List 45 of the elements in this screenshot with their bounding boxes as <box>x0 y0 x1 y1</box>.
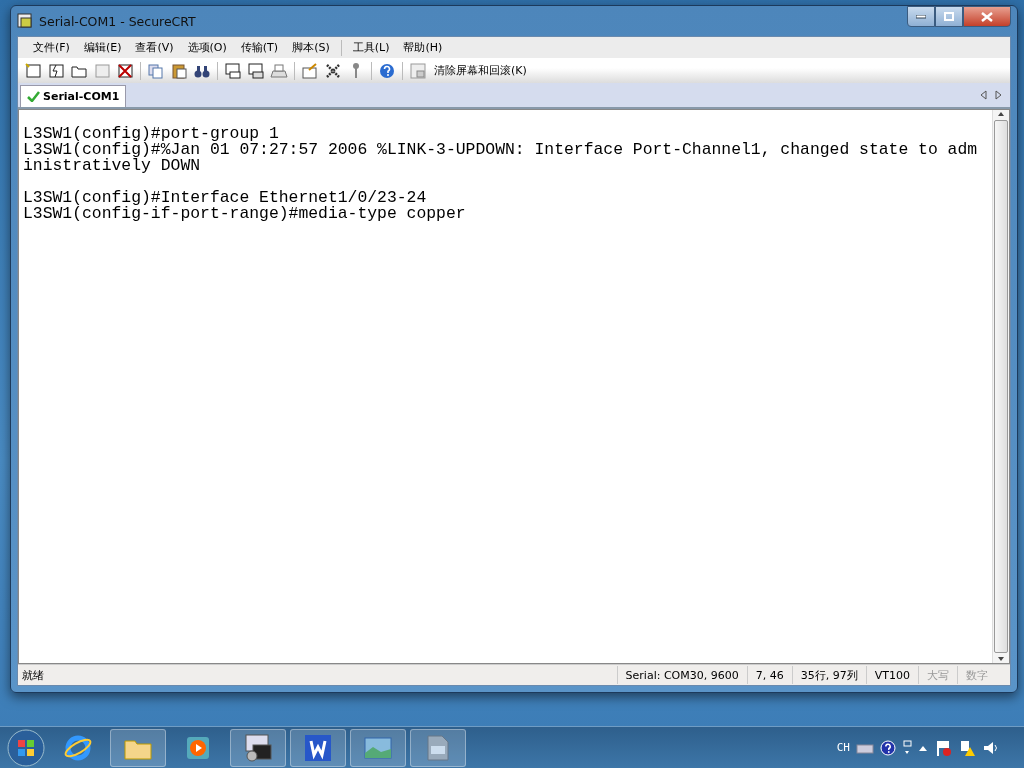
close-icon <box>981 11 993 22</box>
clear-screen-button[interactable]: 清除屏幕和回滚(K) <box>430 59 531 82</box>
status-message: 就绪 <box>21 667 45 683</box>
maximize-icon <box>944 12 954 21</box>
start-button[interactable] <box>6 727 46 768</box>
speaker-icon[interactable] <box>982 739 1000 756</box>
maximize-button[interactable] <box>935 6 963 27</box>
terminal-line: L3SW1(config)#Interface Ethernet1/0/23-24 <box>23 190 427 206</box>
network-warning-icon[interactable] <box>958 738 976 757</box>
taskbar-image-icon[interactable] <box>350 728 406 767</box>
terminal-line: inistratively DOWN <box>23 158 201 174</box>
flag-icon[interactable] <box>934 738 952 757</box>
taskbar-document-icon[interactable] <box>290 728 346 767</box>
taskbar-terminal-icon[interactable] <box>230 728 286 767</box>
status-pane: Serial: COM30, 9600 <box>616 666 747 684</box>
terminal-line: L3SW1(config-if-port-range)#media-type copper <box>23 206 466 222</box>
terminal-line: L3SW1(config)#%Jan 01 07:27:57 2006 %LINK-3-UPDOWN: Interface Port-Channel1, changed state to adm <box>23 142 978 158</box>
close-button[interactable] <box>963 6 1011 27</box>
menu-item[interactable]: 帮助(H) <box>396 40 450 55</box>
menu-item[interactable]: 选项(O) <box>180 40 234 55</box>
status-pane: 大写 <box>918 666 957 684</box>
scroll-right-icon[interactable] <box>995 90 1002 100</box>
keyboard-icon[interactable] <box>856 741 874 754</box>
menu-item[interactable]: 编辑(E) <box>76 40 129 55</box>
status-pane: 7, 46 <box>746 666 792 684</box>
menu-item[interactable]: 传输(T) <box>233 40 286 55</box>
session-tab[interactable]: Serial-COM1 <box>20 85 127 107</box>
minimize-button[interactable] <box>907 6 935 27</box>
taskbar-folder-icon[interactable] <box>110 728 166 767</box>
vertical-scrollbar[interactable] <box>992 110 1009 663</box>
menu-item[interactable]: 脚本(S) <box>285 40 337 55</box>
scroll-left-icon[interactable] <box>980 90 987 100</box>
status-pane: 35行, 97列 <box>791 666 866 684</box>
terminal-line: L3SW1(config)#port-group 1 <box>23 126 279 142</box>
menu-item[interactable]: 工具(L) <box>345 40 397 55</box>
status-pane: 数字 <box>957 666 996 684</box>
status-pane: VT100 <box>865 666 918 684</box>
window-title: Serial-COM1 - SecureCRT <box>39 13 196 29</box>
menu-item[interactable]: 文件(F) <box>26 40 77 55</box>
input-language[interactable]: CH <box>836 741 850 754</box>
taskbar-app-icon[interactable] <box>410 728 466 767</box>
app-icon <box>17 13 33 29</box>
menu-item[interactable]: 查看(V) <box>128 40 181 55</box>
help-icon[interactable] <box>880 739 896 756</box>
minimize-icon <box>916 14 926 19</box>
